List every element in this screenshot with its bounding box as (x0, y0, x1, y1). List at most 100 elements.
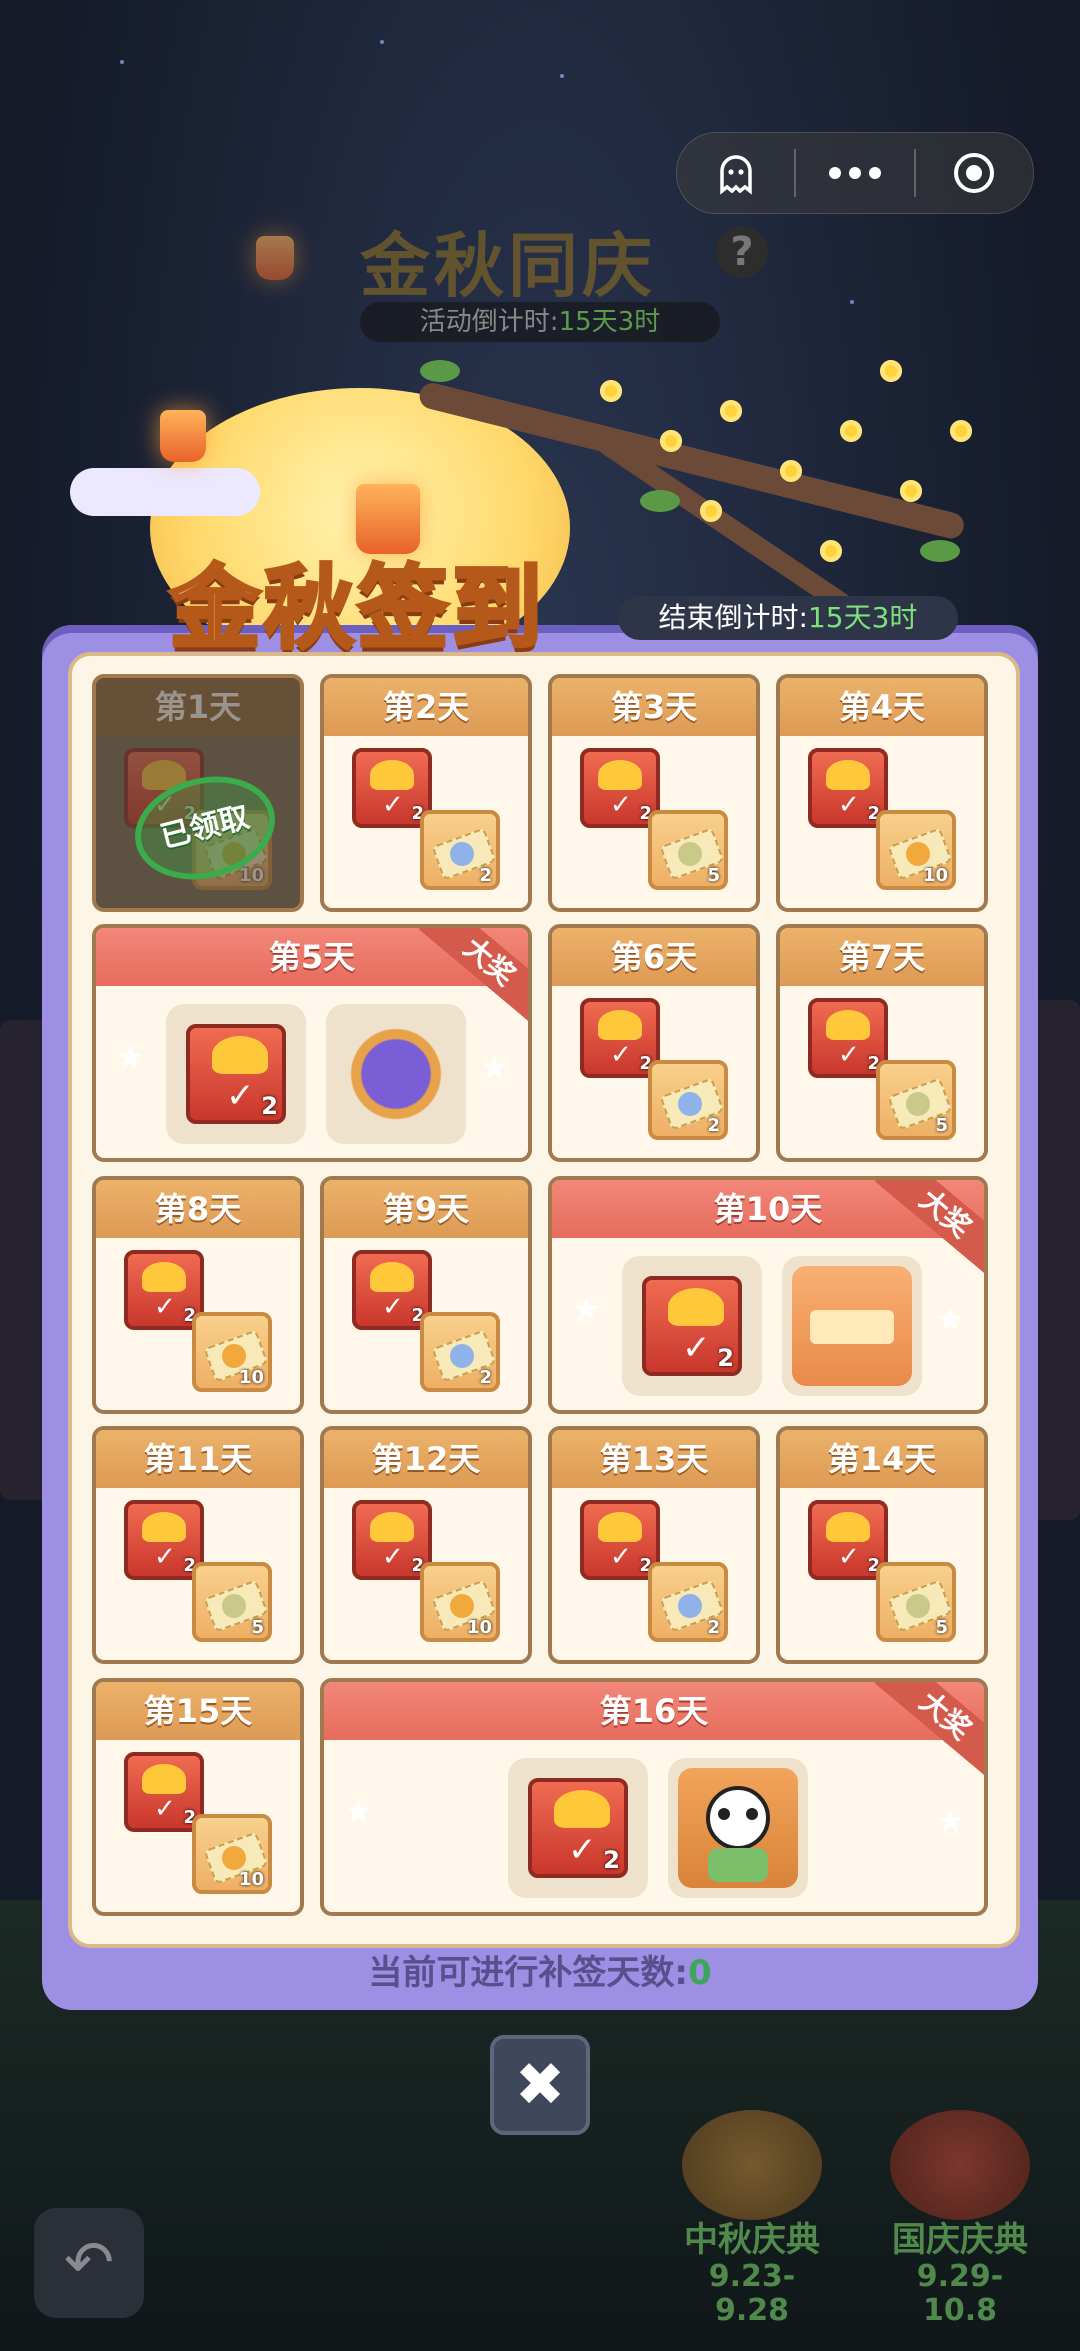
event-name: 中秋庆典 (684, 2220, 820, 2260)
background-countdown-value: 15天3时 (558, 307, 661, 337)
day-cell[interactable]: 第10天 大奖 ✓ 2 ★ ★ (548, 1176, 988, 1414)
star-decoration: ★ (936, 1300, 965, 1338)
day-cell[interactable]: 第12天 ✓ 2 10 (320, 1426, 532, 1664)
day-label: 第14天 (780, 1430, 984, 1488)
reward-count: 10 (466, 1617, 492, 1638)
end-countdown: 结束倒计时:15天3时 (618, 596, 958, 640)
ticket-color-icon: 2 (420, 810, 500, 890)
day-label: 第8天 (96, 1180, 300, 1238)
event-mid-autumn[interactable]: 中秋庆典 9.23-9.28 (672, 2110, 832, 2328)
reward-count: 5 (251, 1617, 264, 1638)
panda-avatar-icon (678, 1768, 798, 1888)
back-arrow-icon: ↶ (63, 2228, 115, 2298)
ticket-color-icon: 2 (648, 1060, 728, 1140)
ticket-gold-icon: 10 (192, 1312, 272, 1392)
day-label: 第7天 (780, 928, 984, 986)
ticket-color-icon: 2 (420, 1312, 500, 1392)
event-name: 国庆庆典 (892, 2220, 1028, 2260)
makeup-label: 当前可进行补签天数: (368, 1953, 688, 1993)
osmanthus-flower (700, 500, 722, 522)
osmanthus-flower (720, 400, 742, 422)
star-decoration: ★ (936, 1802, 965, 1840)
day-cell[interactable]: 第13天 ✓ 2 2 (548, 1426, 760, 1664)
scroll-banner-icon (792, 1266, 912, 1386)
reward-count: 2 (479, 865, 492, 886)
day-cell[interactable]: 第7天 ✓ 2 5 (776, 924, 988, 1162)
lantern-decoration (160, 410, 206, 462)
day-cell[interactable]: 第4天 ✓ 2 10 (776, 674, 988, 912)
target-circle-icon (954, 153, 995, 193)
day-cell[interactable]: 第16天 大奖 ✓ 2 ★ ★ (320, 1678, 988, 1916)
help-icon: ? (716, 226, 768, 278)
reward-count: 10 (922, 865, 948, 886)
star-decoration: ★ (480, 1048, 509, 1086)
day-cell[interactable]: 第11天 ✓ 2 5 (92, 1426, 304, 1664)
ticket-gold-icon: 10 (420, 1562, 500, 1642)
day-label: 第6天 (552, 928, 756, 986)
lantern-decoration (256, 236, 294, 280)
day-cell[interactable]: 第3天 ✓ 2 5 (548, 674, 760, 912)
day-cell[interactable]: 第9天 ✓ 2 2 (320, 1176, 532, 1414)
ticket-silver-icon: 5 (648, 810, 728, 890)
makeup-days: 当前可进行补签天数:0 (0, 1945, 1080, 1994)
makeup-count: 0 (687, 1953, 712, 1993)
background-countdown-label: 活动倒计时: (419, 307, 559, 337)
osmanthus-flower (660, 430, 682, 452)
more-dots-icon (828, 167, 881, 179)
osmanthus-flower (880, 360, 902, 382)
day-label: 第13天 (552, 1430, 756, 1488)
ticket-gold-icon: 10 (192, 1814, 272, 1894)
ticket-color-icon: 2 (648, 1562, 728, 1642)
ticket-silver-icon: 5 (876, 1060, 956, 1140)
day-label: 第9天 (324, 1180, 528, 1238)
reward-count: 5 (935, 1115, 948, 1136)
reward-count: 2 (261, 1092, 278, 1120)
reward-count: 2 (603, 1846, 620, 1874)
mini-program-capsule (676, 132, 1034, 214)
red-packet-icon: ✓2 (186, 1024, 286, 1124)
end-countdown-value: 15天3时 (807, 601, 918, 634)
day-label: 第12天 (324, 1430, 528, 1488)
day-cell[interactable]: 第1天✓210已领取 (92, 674, 304, 912)
day-cell[interactable]: 第6天 ✓ 2 2 (548, 924, 760, 1162)
day-label: 第11天 (96, 1430, 300, 1488)
ticket-silver-icon: 5 (876, 1562, 956, 1642)
day-label: 第3天 (552, 678, 756, 736)
back-button[interactable]: ↶ (34, 2208, 144, 2318)
star-decoration: ★ (344, 1792, 373, 1830)
day-cell[interactable]: 第14天 ✓ 2 5 (776, 1426, 988, 1664)
day-label: 第4天 (780, 678, 984, 736)
lantern-icon (890, 2110, 1030, 2220)
cloud-decoration (70, 468, 260, 516)
reward-count: 10 (238, 1367, 264, 1388)
osmanthus-flower (820, 540, 842, 562)
day-cell[interactable]: 第15天 ✓ 2 10 (92, 1678, 304, 1916)
day-label: 第2天 (324, 678, 528, 736)
star (850, 300, 854, 304)
osmanthus-flower (840, 420, 862, 442)
day-cell[interactable]: 第2天 ✓ 2 2 (320, 674, 532, 912)
ghost-icon (719, 155, 752, 195)
reward-count: 5 (707, 865, 720, 886)
reward-count: 2 (479, 1367, 492, 1388)
reward-count: 2 (707, 1115, 720, 1136)
leaf (420, 360, 460, 382)
close-button[interactable]: ✖ (490, 2035, 590, 2135)
signin-title: 金秋签到 (168, 554, 546, 663)
ghost-icon-button[interactable] (677, 133, 794, 213)
more-menu-button[interactable] (796, 133, 913, 213)
star-decoration: ★ (572, 1290, 601, 1328)
event-dates: 9.23-9.28 (708, 2259, 796, 2328)
red-packet-icon: ✓2 (528, 1778, 628, 1878)
day-cell[interactable]: 第8天 ✓ 2 10 (92, 1176, 304, 1414)
end-countdown-label: 结束倒计时: (658, 601, 808, 634)
ticket-gold-icon: 10 (876, 810, 956, 890)
background-event-title: 金秋同庆 (360, 225, 656, 307)
background-countdown: 活动倒计时:15天3时 (360, 302, 720, 342)
ticket-silver-icon: 5 (192, 1562, 272, 1642)
close-mini-program-button[interactable] (916, 133, 1033, 213)
osmanthus-flower (950, 420, 972, 442)
day-cell[interactable]: 第5天 大奖 ✓ 2 ★ ★ (92, 924, 532, 1162)
osmanthus-flower (900, 480, 922, 502)
event-national-day[interactable]: 国庆庆典 9.29-10.8 (880, 2110, 1040, 2328)
